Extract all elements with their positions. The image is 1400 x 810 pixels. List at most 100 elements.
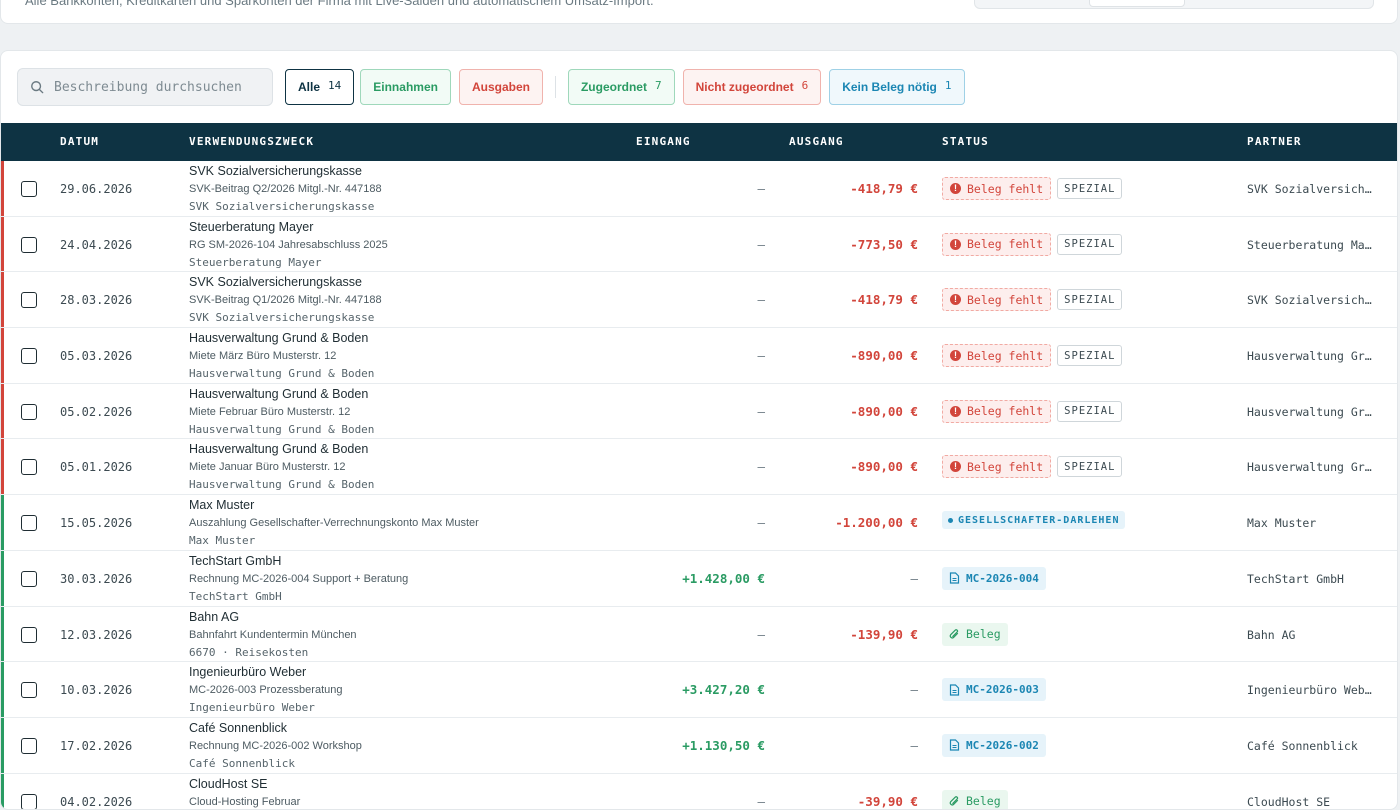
row-checkbox[interactable] <box>21 403 37 420</box>
filter-expenses[interactable]: Ausgaben <box>458 69 543 105</box>
search-input[interactable] <box>54 79 244 95</box>
row-subtext: Café Sonnenblick <box>189 756 295 770</box>
row-expense: – <box>910 682 918 698</box>
table-row[interactable]: 15.05.2026 Max Muster Auszahlung Gesellsch… <box>1 495 1397 551</box>
row-partner[interactable]: TechStart GmbH <box>1247 572 1375 586</box>
row-title: Max Muster <box>189 498 255 513</box>
row-partner[interactable]: Café Sonnenblick <box>1247 739 1375 753</box>
table-row[interactable]: 24.04.2026 Steuerberatung Mayer RG SM-2026… <box>1 216 1397 273</box>
row-checkbox[interactable] <box>21 793 37 809</box>
row-partner[interactable]: CloudHost SE <box>1247 795 1375 809</box>
invoice-link-badge[interactable]: MC-2026-004 <box>942 566 1046 590</box>
row-indicator <box>1 216 4 272</box>
row-checkbox[interactable] <box>21 292 37 309</box>
filter-no-receipt-label: Kein Beleg nötig <box>842 80 937 94</box>
row-expense: -890,00 € <box>850 348 918 364</box>
row-partner[interactable]: Bahn AG <box>1247 628 1375 642</box>
row-status: MC-2026-004 <box>942 566 1046 590</box>
row-checkbox[interactable] <box>21 459 37 476</box>
table-row[interactable]: 29.06.2026 SVK Sozialversicherungskasse SV… <box>1 161 1397 217</box>
status-label: Beleg fehlt <box>967 292 1044 307</box>
row-expense: – <box>910 737 918 753</box>
special-tag: SPEZIAL <box>1057 289 1123 311</box>
table-row[interactable]: 05.03.2026 Hausverwaltung Grund & Boden Mi… <box>1 328 1397 384</box>
table-row[interactable]: 28.03.2026 SVK Sozialversicherungskasse SV… <box>1 272 1397 329</box>
row-checkbox[interactable] <box>21 181 37 197</box>
row-date: 05.03.2026 <box>60 349 133 364</box>
table-row[interactable]: 10.03.2026 Ingenieurbüro Weber MC-2026-003… <box>1 662 1397 718</box>
receipt-missing-badge[interactable]: ! Beleg fehlt <box>942 232 1052 256</box>
row-date: 12.03.2026 <box>60 627 133 642</box>
row-indicator <box>1 161 4 216</box>
filter-income-label: Einnahmen <box>373 80 438 94</box>
filter-income[interactable]: Einnahmen <box>360 69 451 105</box>
row-partner[interactable]: Max Muster <box>1247 516 1375 530</box>
row-partner[interactable]: SVK Sozialversicherungskasse <box>1247 182 1375 196</box>
filter-assigned[interactable]: Zugeordnet 7 <box>567 69 675 105</box>
view-toggle-active[interactable] <box>1089 0 1185 7</box>
row-status: ! Beleg fehlt SPEZIAL <box>942 344 1123 368</box>
row-checkbox[interactable] <box>21 737 37 754</box>
row-checkbox[interactable] <box>21 626 37 643</box>
receipt-missing-badge[interactable]: ! Beleg fehlt <box>942 344 1052 368</box>
table-row[interactable]: 30.03.2026 TechStart GmbH Rechnung MC-2026… <box>1 550 1397 607</box>
row-expense: -773,50 € <box>850 236 918 252</box>
row-partner[interactable]: Steuerberatung Mayer <box>1247 238 1375 252</box>
filter-all[interactable]: Alle 14 <box>285 69 355 105</box>
column-partner[interactable]: PARTNER <box>1247 135 1302 148</box>
invoice-link-badge[interactable]: MC-2026-002 <box>942 733 1046 757</box>
filter-no-receipt[interactable]: Kein Beleg nötig 1 <box>829 69 965 105</box>
alert-icon: ! <box>950 294 961 306</box>
row-partner[interactable]: Hausverwaltung Grund & Boden <box>1247 460 1375 474</box>
receipt-missing-badge[interactable]: ! Beleg fehlt <box>942 399 1052 423</box>
row-checkbox[interactable] <box>21 348 37 365</box>
row-description: Rechnung MC-2026-004 Support + Beratung <box>189 572 409 585</box>
receipt-missing-badge[interactable]: ! Beleg fehlt <box>942 288 1052 312</box>
filter-unassigned[interactable]: Nicht zugeordnet 6 <box>682 69 822 105</box>
row-title: Steuerberatung Mayer <box>189 219 314 234</box>
row-partner[interactable]: Hausverwaltung Grund & Boden <box>1247 349 1375 363</box>
row-checkbox[interactable] <box>21 515 37 532</box>
column-expense[interactable]: AUSGANG <box>789 135 844 148</box>
table-row[interactable]: 05.02.2026 Hausverwaltung Grund & Boden Mi… <box>1 383 1397 440</box>
row-description: RG SM-2026-104 Jahresabschluss 2025 <box>189 238 388 251</box>
row-description: MC-2026-003 Prozessberatung <box>189 684 343 697</box>
row-partner[interactable]: Ingenieurbüro Weber <box>1247 683 1375 697</box>
filter-expenses-label: Ausgaben <box>471 80 530 94</box>
row-subtext: Hausverwaltung Grund & Boden <box>189 422 375 436</box>
receipt-attached-badge[interactable]: Beleg <box>942 622 1008 646</box>
row-status: MC-2026-003 <box>942 678 1046 702</box>
receipt-missing-badge[interactable]: ! Beleg fehlt <box>942 455 1052 479</box>
row-status: ! Beleg fehlt SPEZIAL <box>942 232 1123 256</box>
column-income[interactable]: EINGANG <box>636 135 691 148</box>
column-date[interactable]: DATUM <box>60 135 99 148</box>
search-box[interactable] <box>17 68 273 106</box>
paperclip-icon <box>949 629 959 639</box>
receipt-missing-badge[interactable]: ! Beleg fehlt <box>942 177 1052 200</box>
view-toggle[interactable] <box>974 0 1374 9</box>
row-subtext: Steuerberatung Mayer <box>189 255 322 269</box>
special-tag: SPEZIAL <box>1057 456 1123 478</box>
table-row[interactable]: 04.02.2026 CloudHost SE Cloud-Hosting Febr… <box>1 773 1397 809</box>
row-description: Auszahlung Gesellschafter-Verrechnungsko… <box>189 517 479 530</box>
column-purpose[interactable]: VERWENDUNGSZWECK <box>189 135 314 148</box>
document-icon <box>949 684 960 696</box>
row-partner[interactable]: SVK Sozialversicherungskasse <box>1247 293 1375 307</box>
column-status[interactable]: STATUS <box>942 135 989 148</box>
row-income: – <box>757 459 765 475</box>
row-checkbox[interactable] <box>21 570 37 587</box>
table-row[interactable]: 05.01.2026 Hausverwaltung Grund & Boden Mi… <box>1 439 1397 496</box>
row-partner[interactable]: Hausverwaltung Grund & Boden <box>1247 405 1375 419</box>
row-description: Cloud-Hosting Februar <box>189 795 301 808</box>
row-checkbox[interactable] <box>21 236 37 253</box>
invoice-link-badge[interactable]: MC-2026-003 <box>942 678 1046 702</box>
table-row[interactable]: 12.03.2026 Bahn AG Bahnfahrt Kundentermin … <box>1 606 1397 663</box>
filter-unassigned-label: Nicht zugeordnet <box>695 80 794 94</box>
paperclip-icon <box>949 796 959 806</box>
table-row[interactable]: 17.02.2026 Café Sonnenblick Rechnung MC-20… <box>1 717 1397 774</box>
row-income: – <box>757 181 765 196</box>
row-checkbox[interactable] <box>21 682 37 699</box>
row-indicator <box>1 773 4 809</box>
row-expense: -890,00 € <box>850 459 918 475</box>
account-overview-card: Alle Bankkonten, Kreditkarten und Sparko… <box>0 0 1398 24</box>
